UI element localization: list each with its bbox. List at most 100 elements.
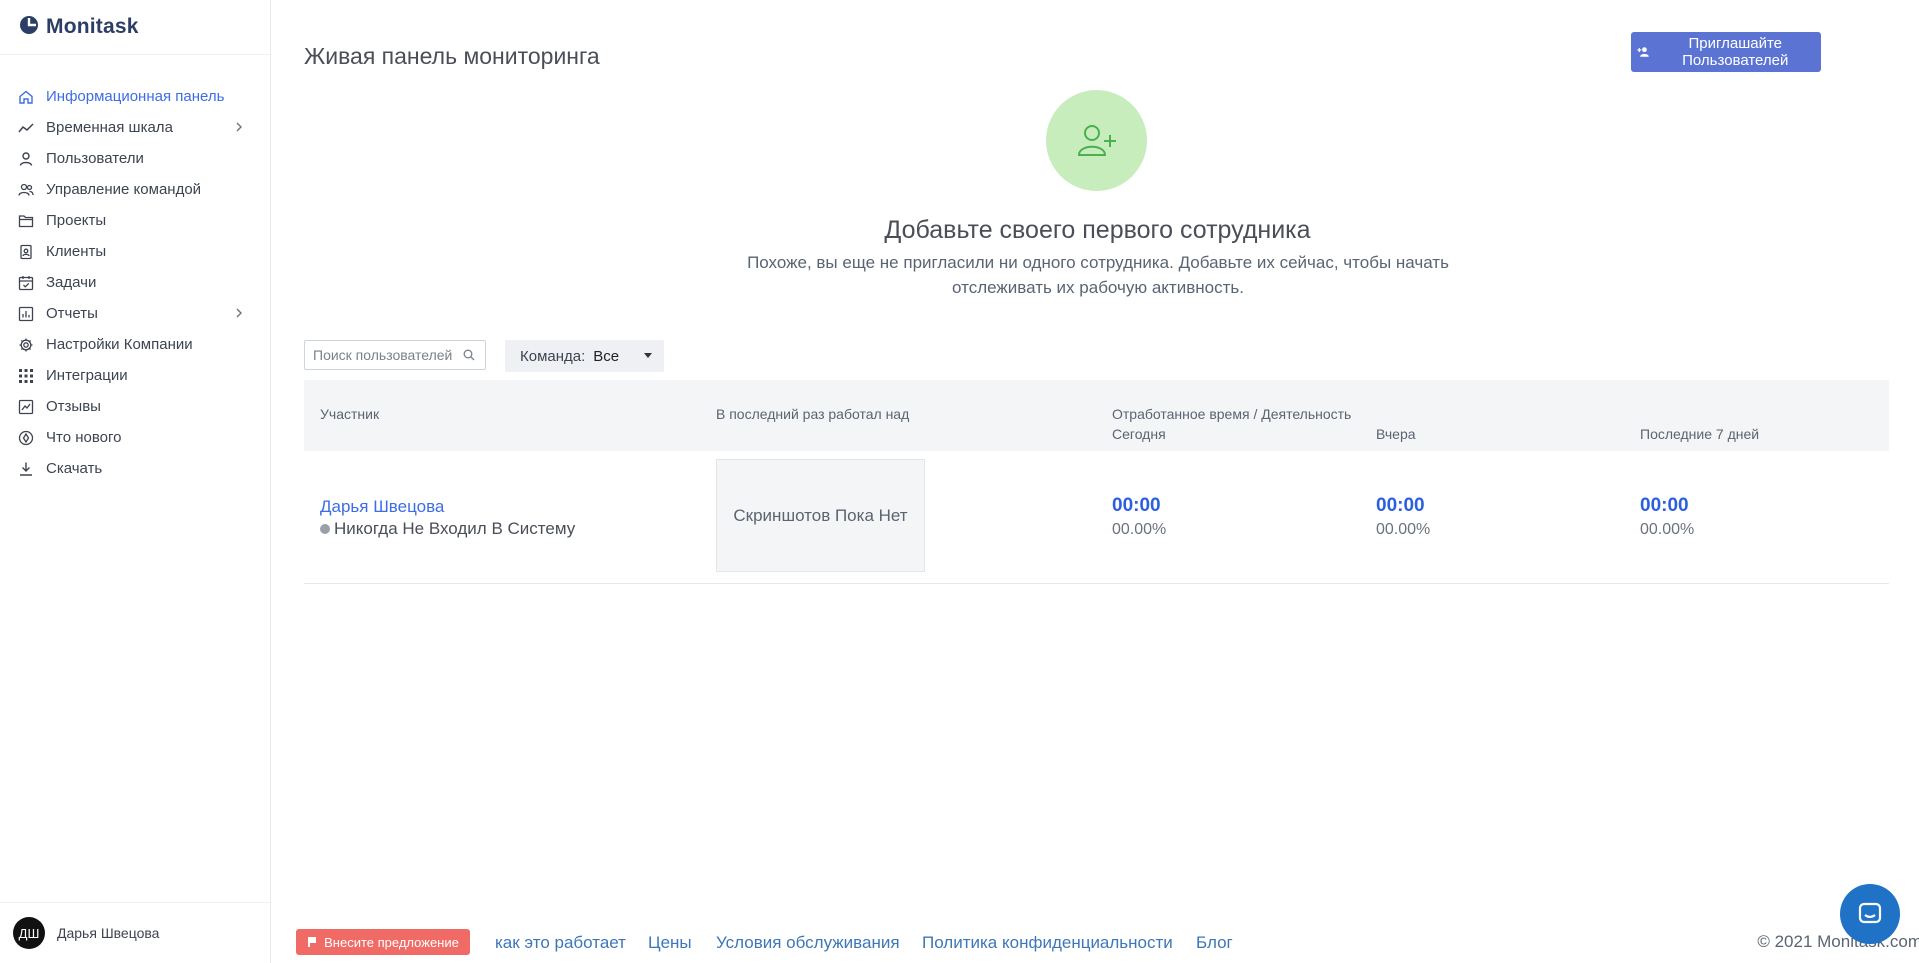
empty-state-illustration xyxy=(1046,90,1147,191)
yesterday-time: 00:00 xyxy=(1376,495,1425,516)
main-content: Живая панель мониторинга Приглашайте Пол… xyxy=(272,0,1919,963)
yesterday-activity: 00.00% xyxy=(1376,521,1431,538)
download-icon xyxy=(18,461,34,477)
sidebar-item-label: Пользователи xyxy=(46,150,144,167)
empty-state-title: Добавьте своего первого сотрудника xyxy=(884,216,1311,244)
suggest-feature-button[interactable]: Внесите предложение xyxy=(296,929,470,955)
search-input[interactable] xyxy=(313,347,463,363)
sidebar-item-feedback[interactable]: Отзывы xyxy=(0,391,270,422)
brand-name: Monitask xyxy=(46,15,139,38)
avatar: ДШ xyxy=(13,917,45,949)
calendar-check-icon xyxy=(18,275,34,291)
team-filter-select[interactable]: Команда: Все xyxy=(505,340,664,372)
empty-state-description: Похоже, вы еще не пригласили ни одного с… xyxy=(747,253,1449,297)
sidebar-item-label: Настройки Компании xyxy=(46,336,193,353)
home-icon xyxy=(18,89,34,105)
invite-users-label: Приглашайте Пользователей xyxy=(1682,35,1789,69)
column-last-7-days: Последние 7 дней xyxy=(1640,426,1760,442)
member-status: Никогда Не Входил В Систему xyxy=(320,519,575,539)
sidebar-item-label: Управление командой xyxy=(46,181,202,198)
gear-icon xyxy=(18,337,34,353)
add-user-icon xyxy=(1637,47,1649,57)
team-icon xyxy=(18,182,34,198)
footer-link-how-it-works[interactable]: как это работает xyxy=(495,933,626,953)
footer-link-pricing[interactable]: Цены xyxy=(648,933,692,953)
sidebar-item-label: Интеграции xyxy=(46,367,128,384)
table-row: Дарья Швецова Никогда Не Входил В Систем… xyxy=(304,451,1889,584)
column-last-worked: В последний раз работал над xyxy=(716,406,910,422)
sidebar-item-projects[interactable]: Проекты xyxy=(0,205,270,236)
last-7-days-cell: 00:00 00.00% xyxy=(1640,495,1694,539)
member-name-link[interactable]: Дарья Швецова xyxy=(320,497,444,517)
current-user[interactable]: ДШ Дарья Швецова xyxy=(0,902,270,963)
folder-icon xyxy=(18,213,34,229)
chat-icon xyxy=(1858,902,1882,924)
sidebar-item-label: Информационная панель xyxy=(46,88,225,105)
sidebar-item-reports[interactable]: Отчеты xyxy=(0,298,270,329)
sidebar-item-label: Скачать xyxy=(46,460,103,477)
sidebar-item-team-management[interactable]: Управление командой xyxy=(0,174,270,205)
today-cell: 00:00 00.00% xyxy=(1112,495,1166,539)
suggest-feature-label: Внесите предложение xyxy=(324,934,459,950)
chevron-right-icon[interactable] xyxy=(232,306,246,320)
chat-widget-button[interactable] xyxy=(1840,884,1900,944)
yesterday-cell: 00:00 00.00% xyxy=(1376,495,1430,539)
badge-icon xyxy=(18,430,34,446)
sidebar-item-clients[interactable]: Клиенты xyxy=(0,236,270,267)
sidebar: Monitask Информационная панель Временная… xyxy=(0,0,271,963)
member-status-text: Никогда Не Входил В Систему xyxy=(334,519,576,538)
column-worked-time: Отработанное время / Деятельность xyxy=(1112,406,1352,422)
bar-chart-icon xyxy=(18,306,34,322)
search-icon xyxy=(463,349,475,361)
today-activity: 00.00% xyxy=(1112,521,1167,538)
last-7-days-time: 00:00 xyxy=(1640,495,1689,516)
page-title: Живая панель мониторинга xyxy=(304,43,600,70)
footer-link-blog[interactable]: Блог xyxy=(1196,933,1233,953)
footer: Внесите предложение как это работает Цен… xyxy=(272,884,1919,958)
sidebar-item-company-settings[interactable]: Настройки Компании xyxy=(0,329,270,360)
sidebar-item-label: Клиенты xyxy=(46,243,107,260)
feedback-icon xyxy=(18,399,34,415)
footer-link-terms[interactable]: Условия обслуживания xyxy=(716,933,900,953)
chevron-right-icon[interactable] xyxy=(232,120,246,134)
sidebar-item-label: Временная шкала xyxy=(46,119,173,136)
sidebar-item-whats-new[interactable]: Что нового xyxy=(0,422,270,453)
team-filter-label: Команда: xyxy=(520,347,586,365)
client-icon xyxy=(18,244,34,260)
timeline-icon xyxy=(18,120,34,136)
sidebar-item-label: Что нового xyxy=(46,429,122,446)
caret-down-icon xyxy=(644,353,652,358)
sidebar-item-dashboard[interactable]: Информационная панель xyxy=(0,81,270,112)
sidebar-item-timeline[interactable]: Временная шкала xyxy=(0,112,270,143)
user-search[interactable] xyxy=(304,340,486,370)
last-7-days-activity: 00.00% xyxy=(1640,521,1695,538)
today-time: 00:00 xyxy=(1112,495,1161,516)
sidebar-item-integrations[interactable]: Интеграции xyxy=(0,360,270,391)
screenshot-placeholder: Скриншотов Пока Нет xyxy=(716,459,925,572)
monitask-logo-icon xyxy=(18,14,40,41)
footer-link-privacy[interactable]: Политика конфиденциальности xyxy=(922,933,1173,953)
grid-icon xyxy=(18,368,34,384)
add-user-icon xyxy=(1077,124,1116,156)
sidebar-nav: Информационная панель Временная шкала По… xyxy=(0,81,270,484)
current-user-name: Дарья Швецова xyxy=(57,925,160,941)
sidebar-item-download[interactable]: Скачать xyxy=(0,453,270,484)
screenshot-placeholder-text: Скриншотов Пока Нет xyxy=(733,505,908,525)
invite-users-button[interactable]: Приглашайте Пользователей xyxy=(1631,32,1821,72)
flag-icon xyxy=(308,937,317,947)
sidebar-item-label: Задачи xyxy=(46,274,97,291)
table-header: Участник В последний раз работал над Отр… xyxy=(304,380,1889,451)
status-dot-icon xyxy=(320,524,330,534)
brand[interactable]: Monitask xyxy=(0,0,270,55)
sidebar-item-label: Отчеты xyxy=(46,305,98,322)
column-member: Участник xyxy=(320,406,380,422)
sidebar-item-label: Проекты xyxy=(46,212,107,229)
column-yesterday: Вчера xyxy=(1376,426,1416,442)
team-filter-value: Все xyxy=(593,347,620,365)
sidebar-item-tasks[interactable]: Задачи xyxy=(0,267,270,298)
user-icon xyxy=(18,151,34,167)
sidebar-item-label: Отзывы xyxy=(46,398,101,415)
sidebar-item-users[interactable]: Пользователи xyxy=(0,143,270,174)
column-today: Сегодня xyxy=(1112,426,1166,442)
activity-table: Участник В последний раз работал над Отр… xyxy=(304,380,1889,584)
